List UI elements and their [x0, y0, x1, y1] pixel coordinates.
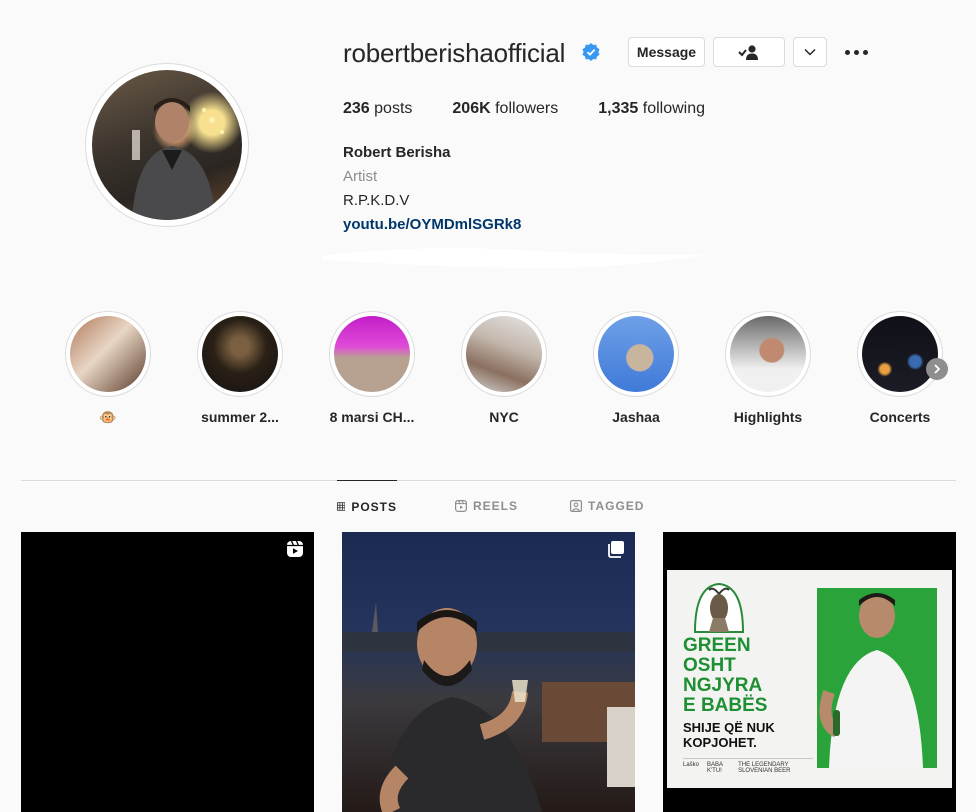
highlight-label: 8 marsi CH... [329, 409, 415, 425]
message-button[interactable]: Message [628, 37, 705, 67]
highlight-cover [202, 316, 278, 392]
chevron-down-icon [804, 48, 816, 56]
ad-footer: Laško BABA K'TU! THE LEGENDARY SLOVENIAN… [683, 758, 813, 774]
highlight-cover [70, 316, 146, 392]
highlight-label: Highlights [733, 409, 803, 425]
highlight-ring [65, 311, 151, 397]
profile-link[interactable]: youtu.be/OYMDmlSGRk8 [343, 216, 521, 233]
ad-headline-line: E BABËS [683, 695, 768, 716]
highlight-ring [857, 311, 943, 397]
ad-person [819, 593, 923, 768]
ad-subline: SHIJE QË NUK KOPJOHET. [683, 720, 775, 750]
chevron-right-icon [934, 364, 941, 374]
tagged-icon [570, 500, 582, 512]
dot-icon [862, 49, 868, 55]
reel-icon [287, 540, 303, 557]
profile-avatar[interactable] [85, 63, 249, 227]
ad-subline-line: SHIJE QË NUK [683, 720, 775, 735]
following-person-icon [738, 45, 758, 60]
ad-subline-line: KOPJOHET. [683, 735, 757, 750]
profile-photo [92, 70, 242, 220]
profile-bio: R.P.K.D.V [343, 192, 410, 209]
tab-label: REELS [473, 499, 519, 513]
post-thumbnail[interactable]: GREEN OSHT NGJYRA E BABËS SHIJE QË NUK K… [663, 532, 956, 812]
highlight-cover [334, 316, 410, 392]
highlight-cover [862, 316, 938, 392]
ad-footer-tagline: THE LEGENDARY SLOVENIAN BEER [738, 762, 791, 774]
highlight-cover [730, 316, 806, 392]
highlight-label: summer 2... [201, 409, 279, 425]
tab-posts[interactable]: POSTS [337, 480, 397, 532]
ad-headline-line: OSHT [683, 655, 736, 676]
highlight-ring [593, 311, 679, 397]
highlight-cover [598, 316, 674, 392]
profile-full-name: Robert Berisha [343, 144, 451, 161]
dot-icon [853, 49, 859, 55]
ad-footer-slogan: BABA K'TU! [707, 762, 723, 774]
more-options-button[interactable] [842, 40, 870, 64]
goat-logo-icon [693, 582, 745, 633]
highlight-label: Concerts [869, 409, 931, 425]
highlight-ring [725, 311, 811, 397]
highlight-label: NYC [489, 409, 519, 425]
highlight-ring [197, 311, 283, 397]
highlight-label: 🐵 [99, 409, 117, 425]
highlight-label: Jashaa [612, 409, 660, 425]
posts-count: 236 posts [343, 100, 413, 117]
tab-label: TAGGED [588, 499, 645, 513]
highlight-ring [461, 311, 547, 397]
profile-username: robertberishaofficial [343, 38, 566, 68]
grid-icon [337, 502, 346, 511]
carousel-icon [608, 541, 624, 558]
post-thumbnail[interactable] [342, 532, 635, 812]
following-link[interactable]: 1,335 following [598, 100, 705, 118]
profile-category: Artist [343, 168, 378, 185]
post-photo [342, 602, 635, 812]
ad-headline: GREEN OSHT NGJYRA E BABËS [683, 636, 767, 716]
following-button[interactable] [713, 37, 785, 67]
post-thumbnail[interactable] [21, 532, 314, 812]
redaction-scribble [322, 248, 710, 269]
highlights-next-button[interactable] [926, 358, 948, 380]
beer-ad-image: GREEN OSHT NGJYRA E BABËS SHIJE QË NUK K… [667, 570, 952, 788]
verified-badge-icon [582, 43, 600, 61]
followers-link[interactable]: 206K followers [452, 100, 558, 118]
highlight-ring [329, 311, 415, 397]
reels-icon [455, 500, 467, 512]
ad-footer-brand: Laško [683, 762, 700, 768]
tab-label: POSTS [351, 499, 397, 514]
highlight-cover [466, 316, 542, 392]
profile-stats: 236 posts 206K followers 1,335 following [343, 100, 745, 118]
dot-icon [844, 49, 850, 55]
suggested-dropdown-button[interactable] [793, 37, 827, 67]
tab-tagged[interactable]: TAGGED [570, 480, 644, 532]
tab-reels[interactable]: REELS [455, 480, 518, 532]
ad-headline-line: NGJYRA [683, 675, 763, 696]
ad-headline-line: GREEN [683, 635, 751, 656]
